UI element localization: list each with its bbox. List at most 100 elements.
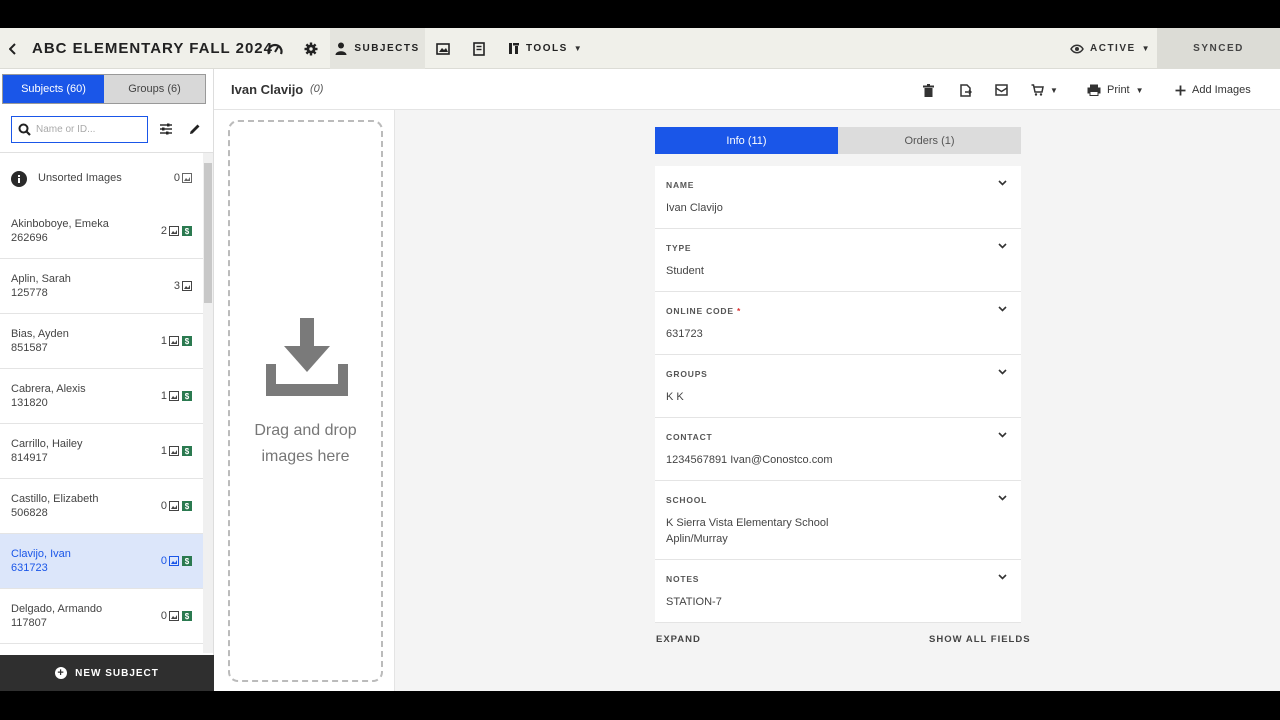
subject-name: Cabrera, Alexis (11, 383, 86, 395)
info-field-school[interactable]: SCHOOL K Sierra Vista Elementary School Ap… (655, 481, 1021, 560)
field-value: 1234567891 Ivan@Conostco.com (666, 452, 833, 468)
plus-icon (1175, 85, 1186, 95)
field-value-line: Aplin/Murray (666, 533, 728, 545)
info-field-online-code[interactable]: ONLINE CODE * 631723 (655, 292, 1021, 355)
chevron-down-icon[interactable] (998, 180, 1007, 186)
chevron-down-icon[interactable] (998, 306, 1007, 312)
image-count: 0 (160, 610, 167, 622)
subject-count: 0 $ (161, 500, 192, 512)
tab-info[interactable]: Info (11) (655, 127, 838, 154)
image-icon (169, 611, 179, 621)
nav-book-button[interactable] (467, 28, 491, 69)
caret-down-icon: ▼ (573, 44, 582, 53)
add-images-button[interactable]: Add Images (1175, 81, 1251, 99)
info-field-groups[interactable]: GROUPS K K (655, 355, 1021, 418)
dashboard-button[interactable] (263, 28, 287, 69)
status-label: ACTIVE (1090, 43, 1136, 54)
top-navigation-bar: ABC ELEMENTARY FALL 2024 SUBJECTS TOOLS … (0, 28, 1280, 69)
nav-gallery-button[interactable] (431, 28, 455, 69)
subject-list-item[interactable]: Castillo, Elizabeth 506828 0 $ (0, 479, 203, 534)
info-field-type[interactable]: TYPE Student (655, 229, 1021, 292)
sidebar-segmented-control: Subjects (60) Groups (6) (2, 74, 206, 104)
subject-name: Delgado, Armando (11, 603, 103, 615)
subject-list-item[interactable]: Bias, Ayden 851587 1 $ (0, 314, 203, 369)
chevron-down-icon[interactable] (998, 432, 1007, 438)
subject-image-count: (0) (310, 83, 324, 95)
info-field-notes[interactable]: NOTES STATION-7 (655, 560, 1021, 623)
subjects-sidebar: Subjects (60) Groups (6) Unsorted Images… (0, 69, 214, 691)
tab-orders[interactable]: Orders (1) (838, 127, 1021, 154)
search-input[interactable] (36, 124, 136, 135)
nav-subjects-tab[interactable]: SUBJECTS (330, 28, 425, 69)
scrollbar-thumb[interactable] (204, 163, 212, 303)
subject-id: 262696 (11, 232, 48, 244)
field-label-text: NOTES (666, 574, 700, 584)
image-count: 2 (160, 225, 167, 237)
cart-dropdown[interactable]: ▼ (1031, 81, 1058, 99)
book-icon (473, 41, 485, 56)
dropzone-line-2: images here (261, 448, 350, 465)
info-field-contact[interactable]: CONTACT 1234567891 Ivan@Conostco.com (655, 418, 1021, 481)
image-dropzone[interactable]: Drag and drop images here (228, 120, 383, 682)
tab-groups[interactable]: Groups (6) (104, 75, 205, 103)
image-count: 0 (160, 555, 167, 567)
export-button[interactable] (960, 81, 972, 99)
field-label-text: NAME (666, 180, 695, 190)
image-icon (169, 226, 179, 236)
subject-list-item[interactable]: Akinboboye, Emeka 262696 2 $ (0, 204, 203, 259)
filter-button[interactable] (157, 120, 175, 138)
dollar-icon: $ (182, 226, 192, 236)
subject-count: 2 $ (161, 225, 192, 237)
print-dropdown[interactable]: Print ▼ (1087, 81, 1144, 99)
subject-name: Carrillo, Hailey (11, 438, 83, 450)
chevron-down-icon[interactable] (998, 369, 1007, 375)
app-window: ABC ELEMENTARY FALL 2024 SUBJECTS TOOLS … (0, 28, 1280, 691)
info-icon (11, 171, 27, 187)
subject-id: 631723 (11, 562, 48, 574)
chevron-down-icon[interactable] (998, 243, 1007, 249)
subject-list-item[interactable]: Aplin, Sarah 125778 3 (0, 259, 203, 314)
subject-header: Ivan Clavijo (0) ▼ Print ▼ Add Images (214, 69, 1280, 110)
subject-list-item[interactable]: Clavijo, Ivan 631723 0 $ (0, 534, 203, 589)
unsorted-images-item[interactable]: Unsorted Images 0 (0, 153, 203, 205)
edit-button[interactable] (186, 120, 204, 138)
person-icon (335, 42, 347, 55)
field-label: CONTACT (666, 432, 713, 442)
subject-list-item[interactable]: Carrillo, Hailey 814917 1 $ (0, 424, 203, 479)
new-subject-label: NEW SUBJECT (75, 667, 159, 679)
expand-link[interactable]: EXPAND (656, 634, 701, 645)
settings-button[interactable] (299, 28, 323, 69)
field-label: SCHOOL (666, 495, 707, 505)
field-label: ONLINE CODE * (666, 306, 741, 316)
eye-icon (1070, 44, 1084, 53)
tab-subjects[interactable]: Subjects (60) (3, 75, 104, 103)
images-icon (436, 42, 450, 55)
subject-list-item[interactable]: Delgado, Armando 117807 0 $ (0, 589, 203, 644)
chevron-down-icon[interactable] (998, 574, 1007, 580)
list-scrollbar[interactable] (203, 153, 213, 653)
field-value: K K (666, 389, 684, 405)
caret-down-icon: ▼ (1141, 44, 1150, 53)
delete-button[interactable] (923, 81, 934, 99)
info-field-name[interactable]: NAME Ivan Clavijo (655, 166, 1021, 229)
subject-name: Castillo, Elizabeth (11, 493, 99, 505)
dollar-icon: $ (182, 501, 192, 511)
cart-icon (1031, 84, 1044, 96)
image-count: 3 (173, 280, 180, 292)
show-all-fields-link[interactable]: SHOW ALL FIELDS (929, 634, 1031, 645)
chevron-down-icon[interactable] (998, 495, 1007, 501)
field-label-text: TYPE (666, 243, 692, 253)
dollar-icon: $ (182, 336, 192, 346)
subject-list-item[interactable]: Cabrera, Alexis 131820 1 $ (0, 369, 203, 424)
new-subject-button[interactable]: + NEW SUBJECT (0, 655, 214, 691)
back-button[interactable] (6, 28, 20, 69)
file-export-icon (960, 83, 972, 97)
field-label: NOTES (666, 574, 699, 584)
field-label-text: CONTACT (666, 432, 713, 442)
email-button[interactable] (995, 81, 1008, 99)
search-box[interactable] (11, 116, 148, 143)
nav-tools-menu[interactable]: TOOLS ▼ (508, 28, 582, 69)
status-dropdown[interactable]: ACTIVE ▼ (1070, 28, 1150, 69)
subject-id: 125778 (11, 287, 48, 299)
unsorted-images-label: Unsorted Images (38, 172, 122, 184)
